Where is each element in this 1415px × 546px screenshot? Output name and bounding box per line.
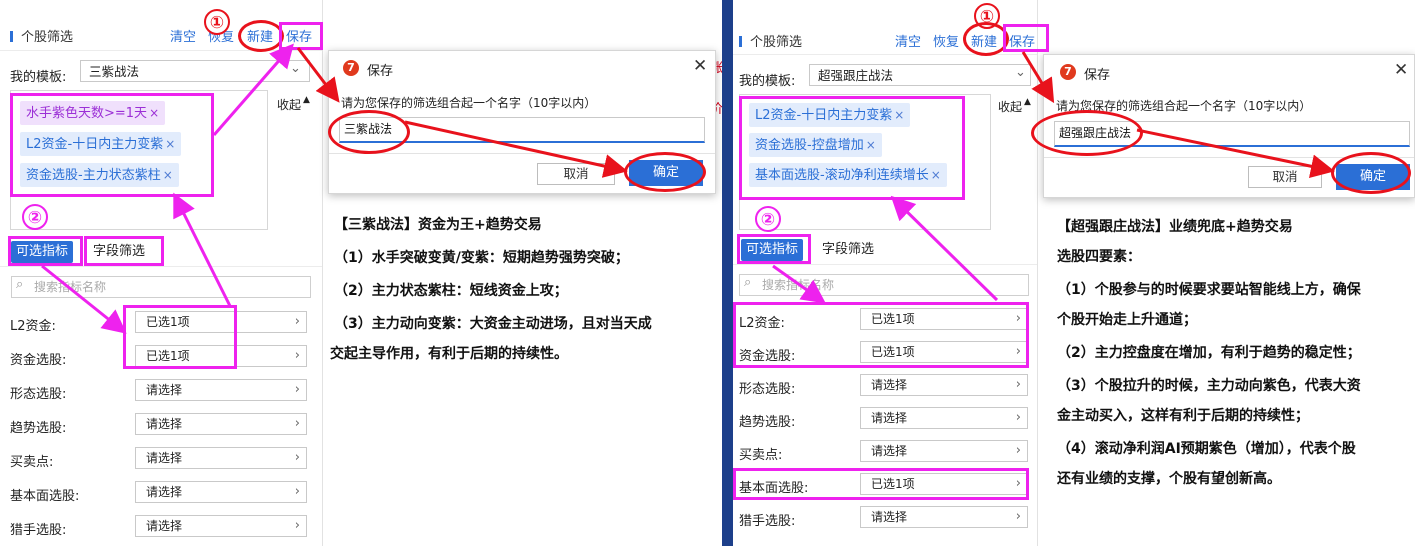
arrow [1136,128,1335,179]
arrow [41,264,127,334]
left-screenshot-panel: 个股筛选 清空 恢复 新建 保存 我的模板: 三紫战法 ⌄ 收起 ▲ 水手紫色天… [0,0,722,546]
arrow [173,192,232,307]
arrow [1021,51,1055,104]
arrow [772,264,826,304]
arrow [296,47,340,103]
arrow [212,43,294,136]
right-screenshot-panel: 个股筛选 清空 恢复 新建 保存 我的模板: 超强跟庄战法 ⌄ 收起 ▲ L2资… [733,0,1415,546]
arrow [404,120,628,178]
annotation-arrows [41,43,628,334]
arrow [890,195,999,302]
annotation-arrows [772,51,1335,304]
